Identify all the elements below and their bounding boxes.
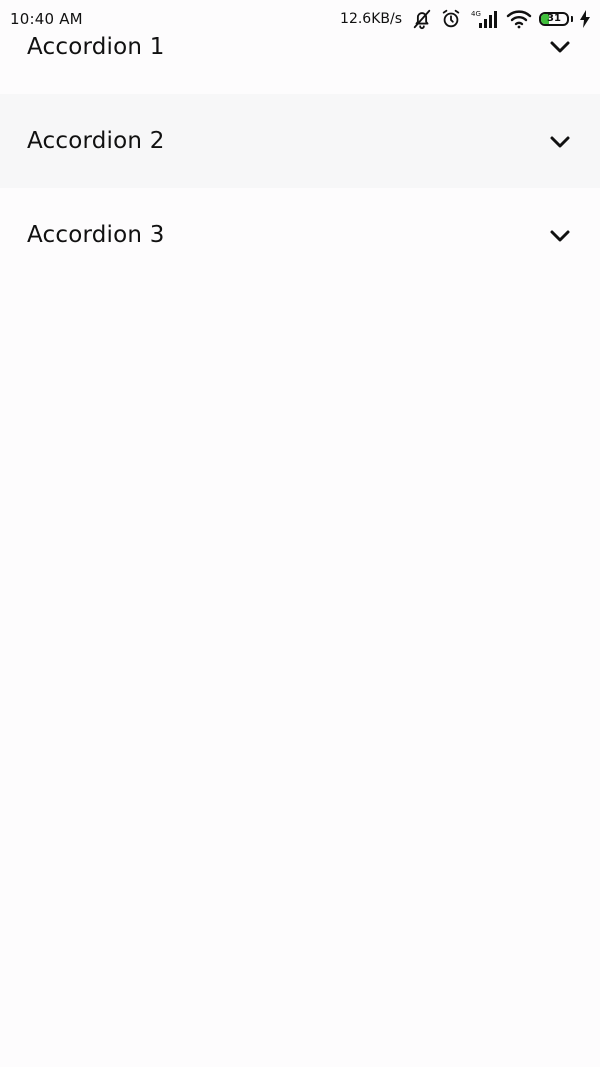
battery-icon: 31: [539, 12, 573, 26]
accordion-item-3[interactable]: Accordion 3: [0, 188, 600, 282]
accordion-list: Accordion 1 Accordion 2 Accordion 3: [0, 0, 600, 282]
status-time: 10:40 AM: [10, 10, 83, 28]
wifi-icon: [506, 8, 532, 30]
battery-body: 31: [539, 12, 569, 26]
charging-icon: [580, 10, 590, 28]
battery-cap: [571, 16, 573, 22]
chevron-down-icon[interactable]: [548, 129, 572, 153]
alarm-icon: [440, 8, 462, 30]
status-bar: 10:40 AM 12.6KB/s 4G 31: [0, 0, 600, 38]
accordion-title: Accordion 3: [27, 222, 165, 248]
mute-icon: [411, 8, 433, 30]
accordion-item-2[interactable]: Accordion 2: [0, 94, 600, 188]
signal-4g-icon: 4G: [469, 8, 499, 30]
status-icons: 12.6KB/s 4G 31: [340, 8, 590, 30]
battery-level: 31: [547, 13, 561, 24]
network-type-label: 4G: [471, 10, 481, 18]
network-speed: 12.6KB/s: [340, 11, 402, 27]
chevron-down-icon[interactable]: [548, 223, 572, 247]
accordion-title: Accordion 2: [27, 128, 165, 154]
